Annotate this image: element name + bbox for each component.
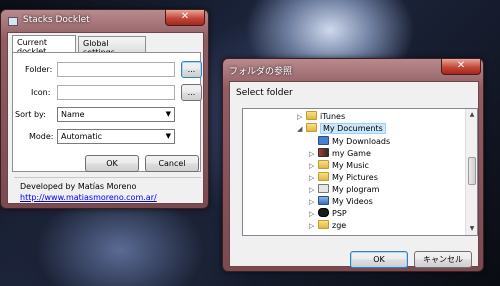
scrollbar-thumb[interactable] [468,157,476,185]
stacks-close-button[interactable]: ✕ [165,10,205,26]
psp-icon [318,208,329,217]
icon-field[interactable] [57,85,175,100]
collapse-icon[interactable]: ◢ [297,123,306,135]
browse-ok-button[interactable]: OK [350,251,408,268]
scroll-down-arrow-icon[interactable]: ▼ [466,225,477,232]
tab-panel-current-docklet: Folder: ... Icon: ... Sort by: Name ▼ Mo… [12,52,202,172]
tree-item-my-game[interactable]: ▷ my Game [309,148,371,160]
sort-by-label: Sort by: [15,110,46,119]
expand-icon[interactable]: ▷ [309,160,318,172]
browse-folder-dialog: フォルダの参照 ✕ Select folder ▷ iTunes ◢ My Docu… [222,58,484,272]
mode-value: Automatic [61,132,103,141]
game-icon [318,148,329,157]
mode-select[interactable]: Automatic ▼ [57,129,175,144]
folder-field[interactable] [57,62,175,77]
tab-current-docklet[interactable]: Current docklet [12,35,76,56]
expand-icon[interactable]: ▷ [309,148,318,160]
pictures-folder-icon [318,172,329,181]
browse-dialog-titlebar[interactable]: フォルダの参照 ✕ [223,59,483,83]
music-folder-icon [318,160,329,169]
tree-item-psp[interactable]: ▷ PSP [309,208,347,220]
footer-divider [14,177,201,178]
expand-icon[interactable]: ▷ [309,220,318,232]
folder-icon [318,220,329,229]
tree-item-my-music[interactable]: ▷ My Music [309,160,369,172]
expand-icon[interactable]: ▷ [309,172,318,184]
sort-by-value: Name [61,110,85,119]
expand-icon[interactable]: ▷ [309,184,318,196]
ok-button[interactable]: OK [85,155,139,172]
stacks-window-title: Stacks Docklet [23,15,90,25]
tree-item-my-videos[interactable]: ▷ My Videos [309,196,373,208]
chevron-down-icon: ▼ [165,110,171,118]
icon-label: Icon: [31,88,51,97]
folder-label: Folder: [25,65,53,74]
folder-tree[interactable]: ▷ iTunes ◢ My Documents My Downloads ▷ my G… [242,108,478,236]
tree-scrollbar[interactable]: ▲ ▼ [465,109,477,235]
stacks-titlebar[interactable]: Stacks Docklet ✕ [1,10,208,34]
app-window-icon [8,17,18,26]
sort-by-select[interactable]: Name ▼ [57,107,175,122]
expand-icon[interactable]: ▷ [309,208,318,220]
browse-cancel-button[interactable]: キャンセル [414,251,472,268]
downloads-icon [318,136,329,145]
tree-item-my-plogram[interactable]: ▷ My plogram [309,184,379,196]
developer-website-link[interactable]: http://www.matiasmoreno.com.ar/ [20,193,157,202]
cancel-button[interactable]: Cancel [145,155,199,172]
program-folder-icon [318,184,329,193]
browse-icon-button[interactable]: ... [181,84,202,101]
tab-global-settings[interactable]: Global settings [78,36,146,57]
browse-folder-button[interactable]: ... [181,61,202,78]
browse-dialog-title: フォルダの参照 [229,67,293,77]
expand-icon[interactable]: ▷ [309,196,318,208]
folder-open-icon [306,123,317,132]
mode-label: Mode: [29,132,54,141]
developer-credit: Developed by Matías Moreno [20,182,137,191]
expand-icon[interactable]: ▷ [297,111,306,123]
select-folder-prompt: Select folder [236,88,293,98]
scroll-up-arrow-icon[interactable]: ▲ [466,111,477,118]
tree-item-itunes[interactable]: ▷ iTunes [297,111,345,123]
tree-item-my-downloads[interactable]: My Downloads [309,136,390,148]
chevron-down-icon: ▼ [165,132,171,140]
stacks-docklet-window: Stacks Docklet ✕ Current docklet Global … [0,9,209,209]
browse-dialog-client: Select folder ▷ iTunes ◢ My Documents My D… [229,81,479,268]
folder-icon [306,111,317,120]
videos-folder-icon [318,196,329,205]
browse-dialog-close-button[interactable]: ✕ [441,59,481,75]
stacks-client-area: Current docklet Global settings Folder: … [7,32,204,204]
tree-item-my-documents[interactable]: ◢ My Documents [297,123,386,135]
tree-item-zge[interactable]: ▷ zge [309,220,346,232]
tree-item-my-pictures[interactable]: ▷ My Pictures [309,172,378,184]
